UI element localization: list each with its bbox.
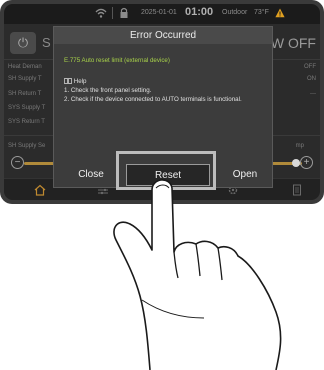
outdoor-label: Outdoor <box>222 9 248 16</box>
row-label: SH Supply Se <box>8 143 46 149</box>
lock-icon <box>120 7 128 18</box>
book-icon <box>64 78 72 84</box>
power-button[interactable]: ⏻ <box>10 32 36 54</box>
status-divider <box>112 7 113 19</box>
status-time: 01:00 <box>185 6 214 18</box>
reset-highlight-frame <box>116 151 216 190</box>
close-button[interactable]: Close <box>58 164 124 186</box>
row-value: --- <box>310 91 316 97</box>
row-label: SYS Return T <box>8 119 45 125</box>
wifi-icon <box>95 8 107 18</box>
row-value: ON <box>307 76 316 82</box>
row-value: OFF <box>304 64 316 70</box>
home-icon[interactable] <box>34 184 46 196</box>
mode-status-partial: W OFF <box>270 35 316 51</box>
row-label: SYS Supply T <box>8 105 46 111</box>
warning-icon[interactable] <box>275 8 285 18</box>
mode-label-partial: S <box>42 35 51 50</box>
help-heading-text: Help <box>73 78 87 85</box>
help-step: 1. Check the front panel setting. <box>64 87 152 94</box>
outdoor-temp: 73°F <box>254 9 269 16</box>
row-label: SH Supply T <box>8 76 42 82</box>
row-label: Heat Deman <box>8 64 42 70</box>
status-bar: 2025-01-01 01:00 Outdoor 73°F <box>4 4 320 24</box>
dialog-title: Error Occurred <box>54 27 272 44</box>
open-button[interactable]: Open <box>212 164 278 186</box>
status-date: 2025-01-01 <box>141 9 177 16</box>
document-icon[interactable] <box>291 184 303 196</box>
decrease-button[interactable]: − <box>11 156 24 169</box>
temp-label-partial: mp <box>295 143 304 149</box>
slider-knob[interactable] <box>292 159 300 167</box>
error-message: E.775 Auto reset limit (external device) <box>64 57 170 64</box>
help-step: 2. Check if the device connected to AUTO… <box>64 96 242 103</box>
help-heading: Help <box>64 78 86 85</box>
row-label: SH Return T <box>8 91 42 97</box>
increase-button[interactable]: + <box>300 156 313 169</box>
